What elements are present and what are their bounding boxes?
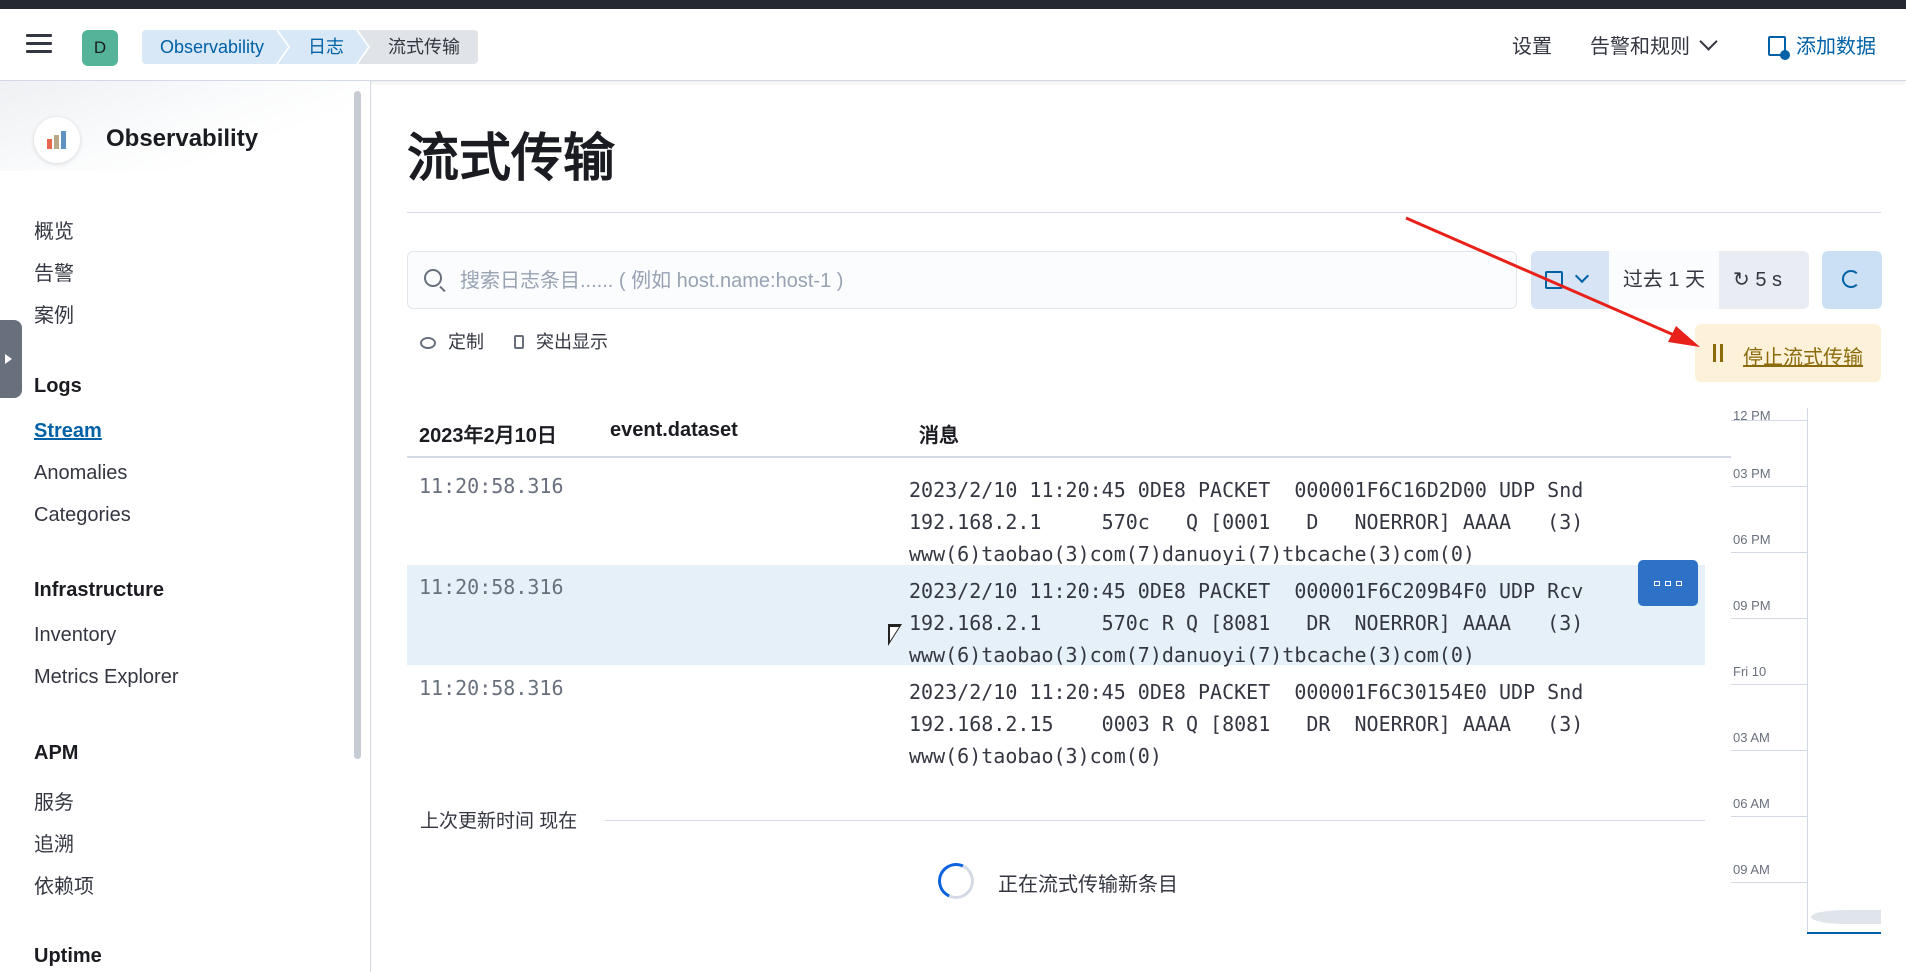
log-timestamp: 11:20:58.316	[419, 474, 564, 498]
minimap-density	[1811, 910, 1881, 924]
minimap-tick	[1731, 486, 1807, 487]
sidebar-item-traces[interactable]: 追溯	[34, 828, 74, 857]
breadcrumb-observability[interactable]: Observability	[142, 30, 288, 64]
minimap-tick	[1731, 750, 1807, 751]
minimap-label: 06 AM	[1733, 796, 1770, 811]
sidebar-heading-infrastructure: Infrastructure	[34, 579, 165, 601]
log-message: 2023/2/10 11:20:45 0DE8 PACKET 000001F6C…	[909, 478, 1584, 566]
chevron-down-icon	[1574, 268, 1590, 284]
sidebar-heading-apm: APM	[34, 742, 79, 764]
time-range-display[interactable]: 过去 1 天	[1609, 251, 1719, 309]
log-timestamp: 11:20:58.316	[419, 575, 564, 599]
time-picker: 过去 1 天 ↻ 5 s	[1531, 251, 1809, 309]
minimap-tick	[1731, 882, 1807, 883]
breadcrumb: Observability 日志 流式传输	[142, 30, 479, 64]
minimap-tick	[1731, 684, 1807, 685]
minimap-track[interactable]	[1807, 408, 1882, 934]
sidebar-item-categories[interactable]: Categories	[34, 504, 131, 527]
sidebar-heading-logs: Logs	[34, 375, 82, 397]
pause-icon	[1713, 344, 1723, 362]
search-icon	[424, 269, 442, 287]
sidebar: Observability 概览 告警 案例 Logs Stream Anoma…	[0, 81, 371, 972]
loading-spinner-icon	[932, 857, 980, 905]
alerts-rules-menu[interactable]: 告警和规则	[1590, 32, 1718, 62]
space-avatar[interactable]: D	[82, 30, 118, 66]
log-row-highlighted[interactable]: 11:20:58.316 2023/2/10 11:20:45 0DE8 PAC…	[407, 565, 1705, 667]
minimap-label: 03 PM	[1733, 466, 1771, 481]
sidebar-item-services[interactable]: 服务	[34, 786, 74, 815]
row-actions-button[interactable]	[1638, 560, 1698, 606]
highlighter-icon	[514, 335, 524, 349]
minimap-label: 12 PM	[1733, 408, 1771, 423]
log-timestamp: 11:20:58.316	[419, 676, 564, 700]
refresh-icon	[1842, 270, 1860, 288]
last-updated-text: 上次更新时间 现在	[420, 806, 590, 833]
title-divider	[407, 212, 1881, 213]
sidebar-collapse-toggle[interactable]	[0, 320, 22, 398]
sidebar-item-overview[interactable]: 概览	[34, 215, 74, 244]
log-search-bar	[407, 251, 1517, 310]
highlight-button[interactable]: 突出显示	[514, 328, 608, 354]
log-message: 2023/2/10 11:20:45 0DE8 PACKET 000001F6C…	[909, 579, 1584, 667]
minimap-label: 03 AM	[1733, 730, 1770, 745]
refresh-interval[interactable]: ↻ 5 s	[1719, 251, 1809, 309]
eye-icon	[420, 337, 436, 349]
log-row[interactable]: 11:20:58.316 2023/2/10 11:20:45 0DE8 PAC…	[407, 666, 1705, 768]
calendar-icon	[1545, 271, 1563, 289]
log-search-input[interactable]	[458, 252, 1502, 310]
settings-link[interactable]: 设置	[1512, 32, 1552, 62]
sidebar-item-metrics-explorer[interactable]: Metrics Explorer	[34, 666, 178, 689]
sidebar-scrollbar[interactable]	[354, 91, 361, 759]
add-data-label: 添加数据	[1796, 36, 1876, 58]
log-row[interactable]: 11:20:58.316 2023/2/10 11:20:45 0DE8 PAC…	[407, 464, 1705, 566]
add-data-icon	[1768, 36, 1790, 60]
log-minimap[interactable]: 12 PM 03 PM 06 PM 09 PM Fri 10 03 AM 06 …	[1731, 408, 1881, 934]
quick-select-button[interactable]	[1531, 251, 1609, 309]
minimap-label: 09 AM	[1733, 862, 1770, 877]
sidebar-item-anomalies[interactable]: Anomalies	[34, 462, 127, 485]
breadcrumb-logs[interactable]: 日志	[278, 30, 368, 64]
log-table-header: 2023年2月10日 event.dataset 消息	[407, 410, 1731, 458]
sidebar-app-title: Observability	[106, 125, 259, 152]
minimap-tick	[1731, 618, 1807, 619]
refresh-button[interactable]	[1822, 251, 1882, 309]
log-message: 2023/2/10 11:20:45 0DE8 PACKET 000001F6C…	[909, 680, 1584, 768]
alerts-rules-label: 告警和规则	[1590, 36, 1690, 58]
customize-label: 定制	[448, 332, 484, 352]
highlight-label: 突出显示	[536, 332, 608, 352]
sidebar-item-cases[interactable]: 案例	[34, 299, 74, 328]
sidebar-item-stream[interactable]: Stream	[34, 420, 102, 443]
minimap-label: Fri 10	[1733, 664, 1767, 679]
minimap-label: 06 PM	[1733, 532, 1771, 547]
column-event-dataset: event.dataset	[610, 419, 738, 441]
column-message: 消息	[919, 425, 959, 447]
menu-icon[interactable]	[26, 34, 52, 54]
page-title: 流式传输	[407, 130, 616, 188]
minimap-tick	[1731, 552, 1807, 553]
minimap-label: 09 PM	[1733, 598, 1771, 613]
minimap-tick	[1731, 816, 1807, 817]
streaming-status-text: 正在流式传输新条目	[998, 874, 1178, 896]
refresh-interval-label: 5 s	[1755, 269, 1783, 291]
customize-button[interactable]: 定制	[420, 328, 484, 354]
add-data-button[interactable]: 添加数据	[1768, 32, 1876, 62]
stop-streaming-label: 停止流式传输	[1743, 347, 1863, 369]
sidebar-item-inventory[interactable]: Inventory	[34, 624, 116, 647]
sidebar-item-dependencies[interactable]: 依赖项	[34, 870, 94, 899]
last-updated-divider	[605, 820, 1705, 821]
top-header: D Observability 日志 流式传输 设置 告警和规则 添加数据	[0, 9, 1906, 81]
mouse-cursor-icon	[888, 624, 902, 646]
chevron-down-icon	[1699, 32, 1718, 51]
minimap-current-marker	[1807, 932, 1881, 934]
sidebar-heading-uptime: Uptime	[34, 945, 102, 967]
observability-logo-icon	[34, 117, 80, 163]
stop-streaming-button[interactable]: 停止流式传输	[1695, 324, 1881, 382]
breadcrumb-stream: 流式传输	[358, 30, 479, 64]
column-date: 2023年2月10日	[419, 425, 557, 447]
window-top-strip	[0, 0, 1906, 9]
sidebar-item-alerts[interactable]: 告警	[34, 257, 74, 286]
